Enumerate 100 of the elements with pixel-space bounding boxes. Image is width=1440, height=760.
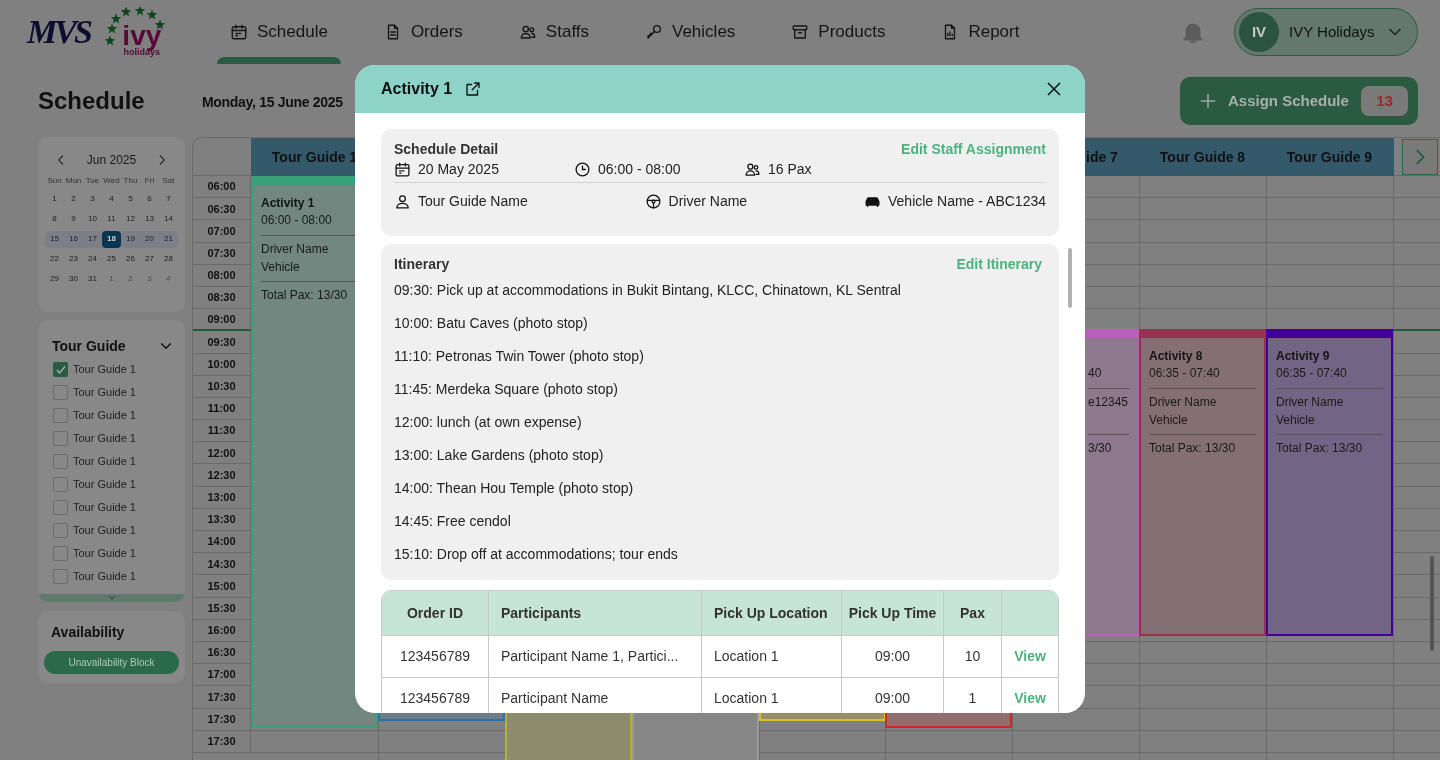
checkbox[interactable] bbox=[53, 408, 68, 423]
calendar-day[interactable]: 25 bbox=[102, 250, 121, 268]
logo: ivy holidays bbox=[103, 7, 170, 57]
clock-icon bbox=[574, 161, 591, 178]
calendar-day[interactable]: 31 bbox=[83, 270, 102, 288]
checkbox[interactable] bbox=[53, 431, 68, 446]
scroll-more-strip[interactable] bbox=[38, 594, 185, 602]
calendar-day[interactable]: 18 bbox=[102, 230, 121, 248]
calendar-day[interactable]: 6 bbox=[140, 190, 159, 208]
table-cell: 09:00 bbox=[842, 636, 944, 677]
calendar-day[interactable]: 24 bbox=[83, 250, 102, 268]
checkbox[interactable] bbox=[53, 546, 68, 561]
user-menu-button[interactable]: IV IVY Holidays bbox=[1234, 8, 1418, 56]
vehicle-name: Vehicle bbox=[1276, 412, 1316, 429]
nav-tab[interactable]: Report bbox=[928, 0, 1033, 64]
users-icon bbox=[744, 161, 761, 178]
checkbox[interactable] bbox=[53, 454, 68, 469]
calendar-day[interactable]: 3 bbox=[83, 190, 102, 208]
calendar-day[interactable]: 17 bbox=[83, 230, 102, 248]
checkbox-label: Tour Guide 1 bbox=[73, 546, 136, 562]
activity-card[interactable]: Activity 9 06:35 - 07:40 Driver Name Vehicle Total Pax: 13/30 bbox=[1266, 329, 1393, 636]
nav-tab[interactable]: Schedule bbox=[217, 0, 341, 64]
checkbox[interactable] bbox=[53, 385, 68, 400]
calendar-day[interactable]: 4 bbox=[102, 190, 121, 208]
calendar-day[interactable]: 27 bbox=[140, 250, 159, 268]
calendar-day[interactable]: 10 bbox=[83, 210, 102, 228]
itinerary-item: 13:00: Lake Gardens (photo stop) bbox=[394, 446, 604, 464]
driver-name: Driver Name bbox=[668, 192, 748, 211]
nav-tab[interactable]: Products bbox=[778, 0, 899, 64]
calendar-day[interactable]: 28 bbox=[159, 250, 178, 268]
page-title: Schedule bbox=[38, 87, 145, 115]
calendar-day[interactable]: 9 bbox=[64, 210, 83, 228]
total-pax: 3/30 bbox=[1088, 440, 1113, 457]
scrollbar-thumb[interactable] bbox=[1430, 556, 1434, 651]
column-header: Pax bbox=[944, 591, 1002, 635]
calendar-icon bbox=[394, 161, 411, 178]
calendar-day[interactable]: 15 bbox=[45, 230, 64, 248]
checkbox-label: Tour Guide 1 bbox=[73, 523, 136, 539]
nav-tab[interactable]: Vehicles bbox=[632, 0, 749, 64]
activity-time: 06:35 - 07:40 bbox=[1149, 364, 1256, 389]
calendar-day[interactable]: 23 bbox=[64, 250, 83, 268]
calendar-day[interactable]: 8 bbox=[45, 210, 64, 228]
filter-title: Tour Guide bbox=[52, 336, 126, 356]
itinerary-item: 15:10: Drop off at accommodations; tour ends bbox=[394, 545, 678, 563]
calendar-day[interactable]: 14 bbox=[159, 210, 178, 228]
calendar-day[interactable]: 2 bbox=[64, 190, 83, 208]
table-cell: 10 bbox=[944, 636, 1002, 677]
itinerary-item: 09:30: Pick up at accommodations in Bukit Bintang, KLCC, Chinatown, KL Sentral bbox=[394, 281, 901, 299]
tour-guide-name: Tour Guide Name bbox=[418, 192, 528, 211]
steering-wheel-icon bbox=[644, 193, 662, 210]
view-link[interactable]: View bbox=[1014, 646, 1046, 667]
calendar-day[interactable]: 16 bbox=[64, 230, 83, 248]
calendar-day[interactable]: 29 bbox=[45, 270, 64, 288]
calendar-day[interactable]: 20 bbox=[140, 230, 159, 248]
column-header: Pick Up Location bbox=[702, 591, 842, 635]
checkbox[interactable] bbox=[53, 500, 68, 515]
calendar-day[interactable]: 1 bbox=[45, 190, 64, 208]
nav-tab[interactable]: Orders bbox=[370, 0, 476, 64]
table-cell: 123456789 bbox=[382, 636, 489, 677]
calendar-day[interactable]: 22 bbox=[45, 250, 64, 268]
checkbox[interactable] bbox=[53, 362, 68, 377]
assign-schedule-button[interactable]: Assign Schedule 13 bbox=[1180, 77, 1418, 125]
scrollbar-thumb[interactable] bbox=[1068, 248, 1072, 308]
calendar-day[interactable]: 5 bbox=[121, 190, 140, 208]
checkbox-label: Tour Guide 1 bbox=[73, 569, 136, 585]
month-label: Jun 2025 bbox=[86, 152, 137, 169]
weekday-label: Sat bbox=[161, 175, 176, 187]
calendar-day[interactable]: 26 bbox=[121, 250, 140, 268]
pax-text: 16 Pax bbox=[768, 160, 812, 179]
section-title: Schedule Detail bbox=[394, 139, 499, 159]
unavailability-block-button[interactable]: Unavailability Block bbox=[44, 651, 179, 674]
external-link-icon[interactable] bbox=[464, 80, 483, 98]
calendar-day[interactable]: 12 bbox=[121, 210, 140, 228]
chevron-down-icon bbox=[107, 595, 116, 601]
checkbox[interactable] bbox=[53, 477, 68, 492]
driver-name: Driver Name bbox=[1276, 394, 1345, 411]
total-pax: Total Pax: 13/30 bbox=[1276, 440, 1364, 457]
nav-tab[interactable]: Staffs bbox=[505, 0, 602, 64]
calendar-day[interactable]: 21 bbox=[159, 230, 178, 248]
calendar-day[interactable]: 30 bbox=[64, 270, 83, 288]
calendar-icon bbox=[230, 23, 248, 41]
checkbox[interactable] bbox=[53, 569, 68, 584]
calendar-day[interactable]: 11 bbox=[102, 210, 121, 228]
checkbox[interactable] bbox=[53, 523, 68, 538]
dialog-title: Activity 1 bbox=[381, 79, 453, 99]
view-link[interactable]: View bbox=[1014, 688, 1046, 709]
table-cell: Location 1 bbox=[702, 636, 842, 677]
activity-card[interactable]: Activity 8 06:35 - 07:40 Driver Name Vehicle Total Pax: 13/30 bbox=[1139, 329, 1266, 636]
calendar-day[interactable]: 13 bbox=[140, 210, 159, 228]
time-text: 06:00 - 08:00 bbox=[598, 160, 681, 179]
date-text: 20 May 2025 bbox=[418, 160, 499, 179]
date-label: Monday, 15 June 2025 bbox=[202, 93, 343, 111]
activity-title: Activity 1 bbox=[261, 195, 316, 211]
calendar-day[interactable]: 7 bbox=[159, 190, 178, 208]
checkbox-label: Tour Guide 1 bbox=[73, 362, 136, 378]
next-columns-button[interactable] bbox=[1402, 139, 1438, 175]
person-icon bbox=[394, 193, 411, 210]
weekday-label: Wed bbox=[102, 175, 121, 187]
total-pax: Total Pax: 13/30 bbox=[261, 287, 349, 304]
calendar-day[interactable]: 19 bbox=[121, 230, 140, 248]
